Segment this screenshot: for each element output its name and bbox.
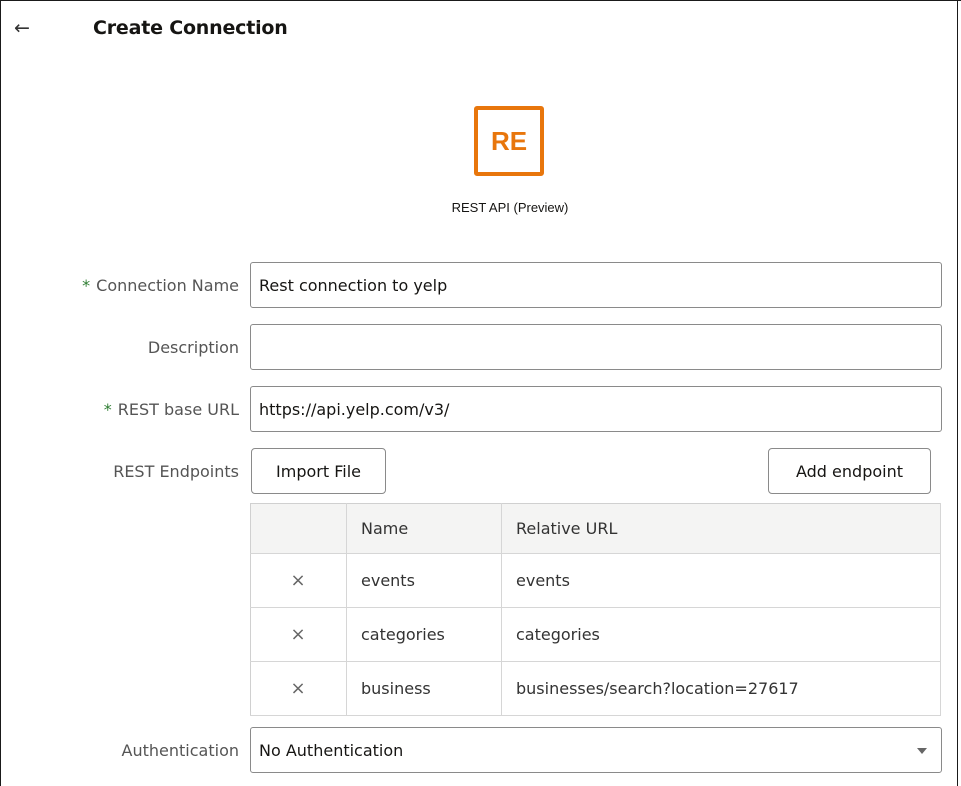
required-marker: * (82, 276, 91, 295)
endpoint-name-cell[interactable]: categories (346, 607, 502, 662)
logo-text: RE (490, 125, 528, 156)
add-endpoint-button[interactable]: Add endpoint (768, 448, 931, 494)
required-marker: * (103, 400, 112, 419)
table-row: × business businesses/search?location=27… (250, 661, 941, 716)
delete-row-icon[interactable]: × (250, 553, 347, 608)
table-header-row: Name Relative URL (250, 503, 941, 554)
connection-type-label: REST API (Preview) (451, 200, 569, 215)
import-file-button[interactable]: Import File (251, 448, 386, 494)
page-title: Create Connection (93, 17, 288, 39)
description-input[interactable] (250, 324, 942, 370)
connection-name-input[interactable]: Rest connection to yelp (250, 262, 942, 308)
delete-row-icon[interactable]: × (250, 661, 347, 716)
delete-row-icon[interactable]: × (250, 607, 347, 662)
endpoints-label: REST Endpoints (113, 462, 239, 481)
authentication-label: Authentication (121, 741, 239, 760)
connection-name-label: * Connection Name (82, 276, 239, 295)
back-arrow-icon[interactable]: ← (14, 18, 30, 38)
column-header-relative-url: Relative URL (501, 503, 941, 554)
endpoint-url-cell[interactable]: events (501, 553, 941, 608)
endpoint-url-cell[interactable]: businesses/search?location=27617 (501, 661, 941, 716)
rest-api-logo: RE (474, 106, 544, 176)
authentication-select[interactable]: No Authentication (250, 727, 942, 773)
description-label: Description (147, 338, 239, 357)
endpoint-url-cell[interactable]: categories (501, 607, 941, 662)
endpoints-table: Name Relative URL × events events × cate… (250, 503, 941, 716)
column-header-actions (250, 503, 347, 554)
column-header-name: Name (346, 503, 502, 554)
endpoint-name-cell[interactable]: business (346, 661, 502, 716)
endpoint-name-cell[interactable]: events (346, 553, 502, 608)
table-row: × categories categories (250, 607, 941, 662)
right-border (957, 0, 958, 786)
table-row: × events events (250, 553, 941, 608)
dropdown-caret-icon (917, 748, 927, 754)
authentication-selected-value: No Authentication (259, 740, 404, 760)
base-url-input[interactable]: https://api.yelp.com/v3/ (250, 386, 942, 432)
base-url-label: * REST base URL (103, 400, 239, 419)
